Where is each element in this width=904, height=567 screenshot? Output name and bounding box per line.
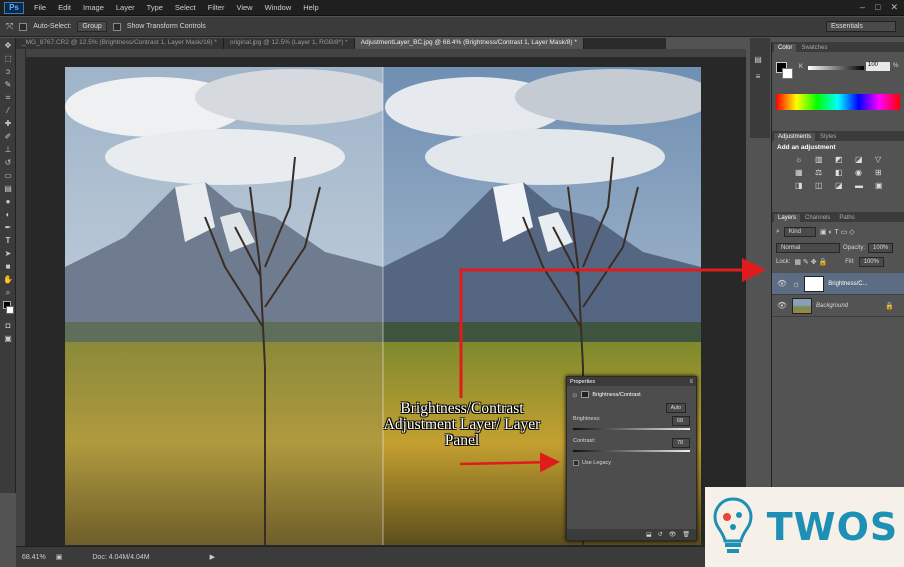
annotation-arrows [459,258,766,473]
arrow-to-layers-panel [459,258,766,398]
twos-logo: TWOS [705,487,904,567]
logo-wordmark: TWOS [766,505,899,549]
annotation-label: Brightness/Contrast Adjustment Layer/ La… [383,400,541,449]
lightbulb-icon [713,497,753,553]
arrow-to-properties-panel [459,452,560,473]
